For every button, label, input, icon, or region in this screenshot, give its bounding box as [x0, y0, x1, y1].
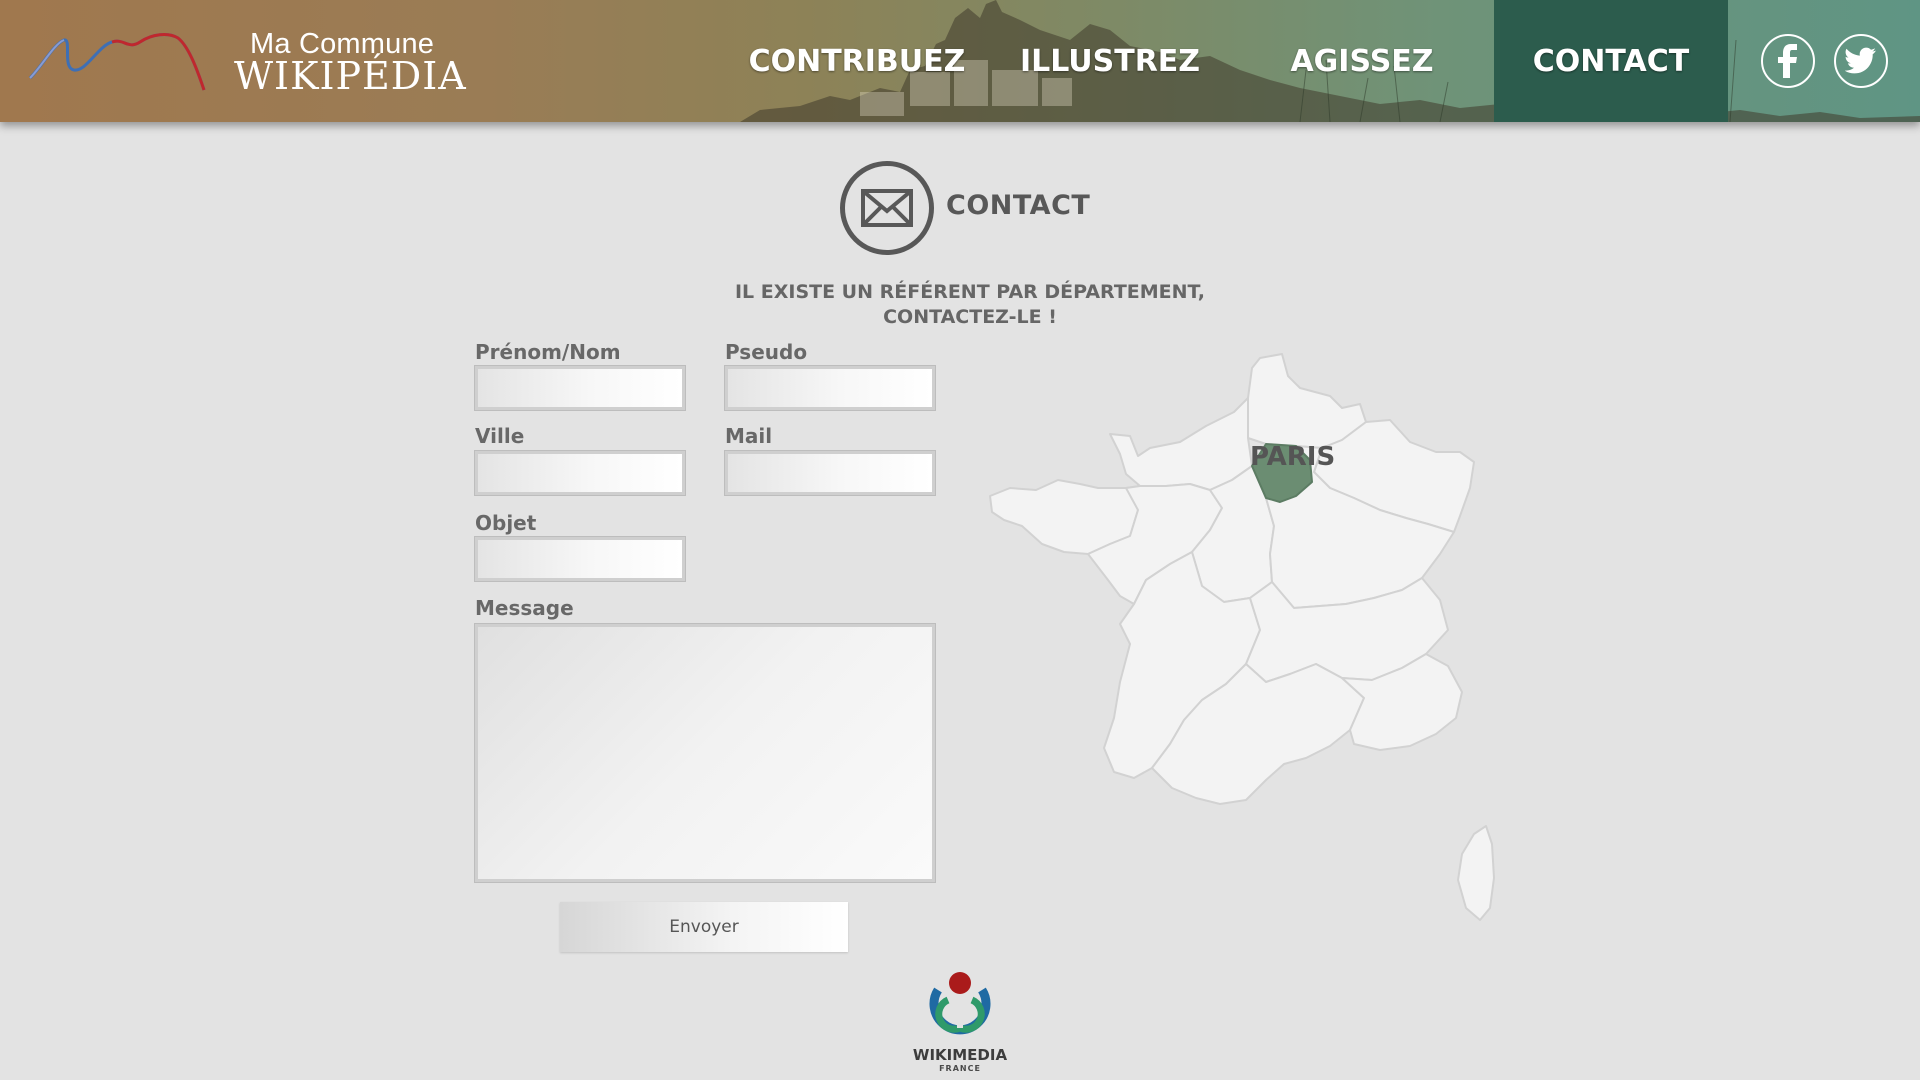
nav-contribuez[interactable]: CONTRIBUEZ: [740, 0, 974, 122]
wikimedia-subname: FRANCE: [939, 1064, 981, 1073]
map-region-hauts-de-france: [1247, 353, 1367, 449]
objet-input[interactable]: [474, 536, 686, 582]
page-title: CONTACT: [946, 190, 1091, 221]
site-logo[interactable]: Ma Commune WIKIPÉDIA: [28, 26, 466, 102]
wikimedia-name: WIKIMEDIA: [912, 1046, 1008, 1064]
wikimedia-logo-icon[interactable]: [920, 970, 1000, 1040]
nav-illustrez[interactable]: ILLUSTREZ: [1000, 0, 1220, 122]
envoyer-button[interactable]: Envoyer: [560, 902, 848, 952]
logo-wordmark: WIKIPÉDIA: [234, 54, 467, 98]
site-header: Ma Commune WIKIPÉDIA CONTRIBUEZ ILLUSTRE…: [0, 0, 1920, 122]
map-selected-label: PARIS: [1250, 442, 1336, 472]
ville-input[interactable]: [474, 450, 686, 496]
name-label: Prénom/Nom: [475, 340, 621, 364]
contact-subtitle: IL EXISTE UN RÉFÉRENT PAR DÉPARTEMENT, C…: [700, 280, 1240, 330]
name-input[interactable]: [474, 365, 686, 411]
mail-input[interactable]: [724, 450, 936, 496]
message-label: Message: [475, 596, 574, 620]
twitter-button[interactable]: [1834, 34, 1888, 88]
message-textarea[interactable]: [474, 623, 936, 883]
map-region-corse: [1457, 825, 1495, 921]
objet-label: Objet: [475, 511, 537, 535]
facebook-icon: [1778, 44, 1797, 78]
pseudo-label: Pseudo: [725, 340, 808, 364]
subtitle-line-1: IL EXISTE UN RÉFÉRENT PAR DÉPARTEMENT,: [734, 281, 1206, 303]
map-region-normandie: [1109, 397, 1253, 491]
ville-label: Ville: [475, 424, 525, 448]
nav-agissez[interactable]: AGISSEZ: [1262, 0, 1462, 122]
pseudo-input[interactable]: [724, 365, 936, 411]
mail-label: Mail: [725, 424, 773, 448]
facebook-button[interactable]: [1761, 34, 1815, 88]
twitter-icon: [1845, 47, 1876, 74]
subtitle-line-2: CONTACTEZ-LE !: [883, 306, 1057, 328]
logo-swoosh-icon: [28, 33, 206, 91]
france-map[interactable]: [970, 348, 1570, 948]
contact-envelope-badge: [840, 161, 934, 255]
nav-contact-active[interactable]: CONTACT: [1494, 0, 1728, 122]
envelope-icon: [861, 189, 913, 227]
